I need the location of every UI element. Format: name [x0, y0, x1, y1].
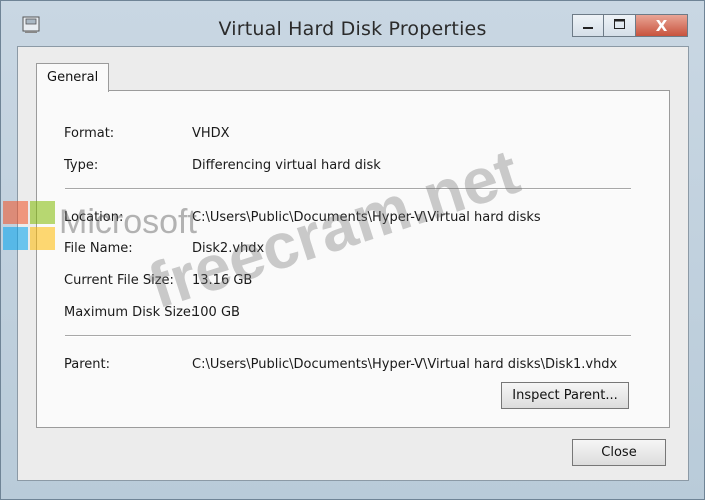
maximum-disk-size-label: Maximum Disk Size:: [64, 305, 196, 320]
close-icon: X: [655, 16, 668, 35]
caption-buttons: X: [572, 14, 688, 38]
microsoft-watermark-text: Microsoft: [59, 203, 197, 241]
tab-general[interactable]: General: [36, 63, 110, 92]
inspect-parent-button[interactable]: Inspect Parent...: [501, 382, 629, 409]
type-value: Differencing virtual hard disk: [192, 158, 381, 173]
format-value: VHDX: [192, 126, 230, 141]
maximize-icon: [614, 18, 625, 33]
dialog-window: Virtual Hard Disk Properties X General F…: [0, 0, 705, 500]
type-label: Type:: [64, 158, 99, 173]
location-value: C:\Users\Public\Documents\Hyper-V\Virtua…: [192, 210, 541, 225]
logo-square-yellow: [30, 227, 55, 250]
separator: [65, 335, 631, 337]
parent-value: C:\Users\Public\Documents\Hyper-V\Virtua…: [192, 357, 618, 372]
parent-label: Parent:: [64, 357, 110, 372]
close-window-button[interactable]: X: [636, 14, 688, 37]
file-name-value: Disk2.vhdx: [192, 241, 265, 256]
maximize-button[interactable]: [604, 14, 636, 37]
current-file-size-value: 13.16 GB: [192, 273, 253, 288]
current-file-size-label: Current File Size:: [64, 273, 174, 288]
logo-square-green: [30, 201, 55, 224]
file-name-label: File Name:: [64, 241, 133, 256]
close-button[interactable]: Close: [572, 439, 666, 466]
title-bar[interactable]: Virtual Hard Disk Properties X: [1, 1, 704, 41]
separator: [65, 188, 631, 190]
logo-square-blue: [3, 227, 28, 250]
minimize-button[interactable]: [572, 14, 604, 37]
format-label: Format:: [64, 126, 115, 141]
general-tab-panel: Format: VHDX Type: Differencing virtual …: [36, 90, 670, 428]
microsoft-logo-watermark: [1, 201, 57, 251]
logo-square-red: [3, 201, 28, 224]
minimize-icon: [583, 18, 593, 33]
maximum-disk-size-value: 100 GB: [192, 305, 240, 320]
dialog-client-area: General Format: VHDX Type: Differencing …: [17, 46, 689, 481]
